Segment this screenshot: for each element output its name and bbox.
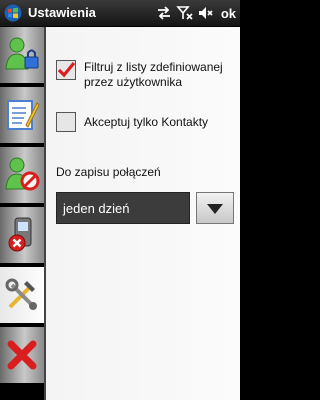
tab-user-blocked[interactable]: [0, 147, 44, 205]
start-logo-icon[interactable]: [4, 4, 22, 22]
ok-button[interactable]: ok: [221, 6, 236, 21]
settings-panel: Filtruj z listy zdefiniowanej przez użyt…: [44, 27, 240, 400]
filter-user-list-row: Filtruj z listy zdefiniowanej przez użyt…: [56, 60, 234, 90]
user-lock-icon: [5, 37, 39, 70]
tools-settings-icon: [5, 278, 37, 310]
phone-delete-icon: [8, 217, 32, 252]
notepad-edit-icon: [7, 100, 40, 130]
filter-user-list-checkbox[interactable]: [56, 60, 76, 80]
filter-user-list-label: Filtruj z listy zdefiniowanej przez użyt…: [84, 60, 223, 89]
close-x-icon: [7, 340, 37, 370]
save-section-label: Do zapisu połączeń: [56, 165, 161, 179]
sync-arrows-icon: [157, 6, 170, 20]
tab-tools-settings[interactable]: [0, 267, 46, 325]
dropdown-button[interactable]: [196, 192, 234, 224]
speaker-muted-icon[interactable]: [197, 4, 215, 22]
no-signal-icon: [176, 6, 193, 20]
accept-contacts-label: Akceptuj tylko Kontakty: [84, 115, 209, 129]
checkmark-icon: [57, 61, 76, 78]
tab-phone-delete[interactable]: [0, 207, 44, 265]
tab-close[interactable]: [0, 327, 44, 385]
tab-strip: [0, 27, 46, 400]
accept-contacts-checkbox[interactable]: [56, 112, 76, 132]
user-blocked-icon: [5, 157, 40, 191]
window-title: Ustawienia: [28, 5, 96, 20]
save-duration-select[interactable]: jeden dzień: [56, 192, 190, 224]
tab-user-lock[interactable]: [0, 27, 44, 85]
tab-notepad[interactable]: [0, 87, 44, 145]
title-bar: Ustawienia ok: [0, 0, 240, 27]
chevron-down-icon: [207, 204, 223, 214]
accept-contacts-row: Akceptuj tylko Kontakty: [56, 112, 234, 132]
